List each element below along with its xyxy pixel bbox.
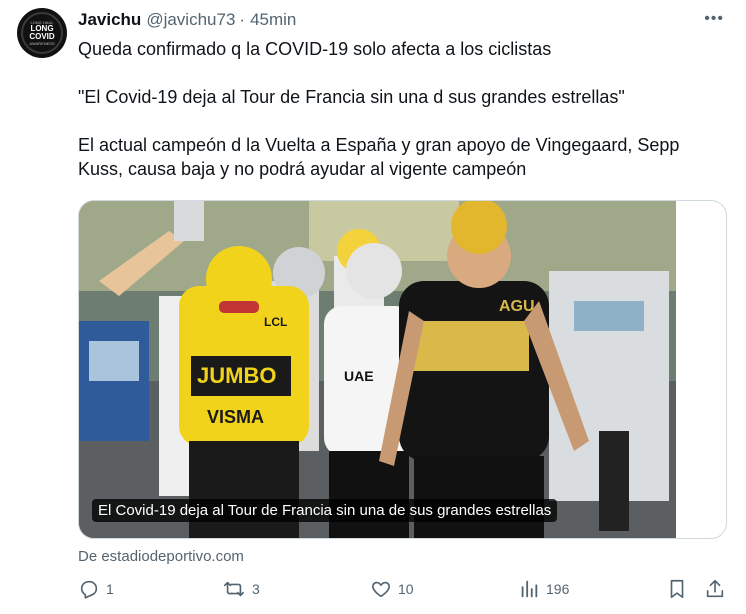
reply-button[interactable]: 1 <box>78 578 114 600</box>
retweet-icon <box>224 581 244 597</box>
reply-count: 1 <box>106 581 114 597</box>
avatar[interactable]: LONG HAUL LONG COVID AWARENESS <box>17 8 67 58</box>
bookmark-icon <box>670 579 684 599</box>
tweet-text: Queda confirmado q la COVID-19 solo afec… <box>78 39 680 179</box>
author-name[interactable]: Javichu <box>78 10 141 30</box>
reply-icon <box>80 580 98 599</box>
author-handle[interactable]: @javichu73 <box>146 10 235 30</box>
retweet-button[interactable]: 3 <box>222 578 260 600</box>
action-bar: 1 3 10 196 <box>78 578 728 608</box>
more-options-icon[interactable]: ••• <box>704 10 724 28</box>
share-icon <box>706 579 724 598</box>
heart-icon <box>372 581 390 598</box>
avatar-logo: LONG HAUL LONG COVID AWARENESS <box>21 12 63 54</box>
jersey-text-agu: AGU <box>499 298 535 315</box>
card-caption: El Covid-19 deja al Tour de Francia sin … <box>92 499 558 522</box>
card-photo: JUMBO VISMA LCL UAE AGU <box>79 201 676 538</box>
avatar-ring-bottom: AWARENESS <box>29 41 55 46</box>
like-count: 10 <box>398 581 414 597</box>
like-button[interactable]: 10 <box>370 578 414 600</box>
avatar-line2: COVID <box>29 32 55 41</box>
header-separator: · <box>239 10 246 29</box>
jersey-text-jumbo: JUMBO <box>197 363 276 388</box>
views-count: 196 <box>546 581 570 597</box>
retweet-count: 3 <box>252 581 260 597</box>
views-icon <box>521 580 538 598</box>
jersey-text-visma: VISMA <box>207 407 264 427</box>
jersey-text-lcl: LCL <box>264 315 287 329</box>
tweet-time[interactable]: 45min <box>250 10 296 30</box>
views-button[interactable]: 196 <box>518 578 569 600</box>
jersey-text-uae: UAE <box>344 368 374 384</box>
card-source[interactable]: De estadiodeportivo.com <box>78 548 244 565</box>
bookmark-button[interactable] <box>666 578 688 600</box>
tweet-header: Javichu @javichu73 · 45min <box>78 10 296 30</box>
share-button[interactable] <box>704 578 726 600</box>
link-card[interactable]: JUMBO VISMA LCL UAE AGU El Covid-19 deja… <box>78 200 727 539</box>
